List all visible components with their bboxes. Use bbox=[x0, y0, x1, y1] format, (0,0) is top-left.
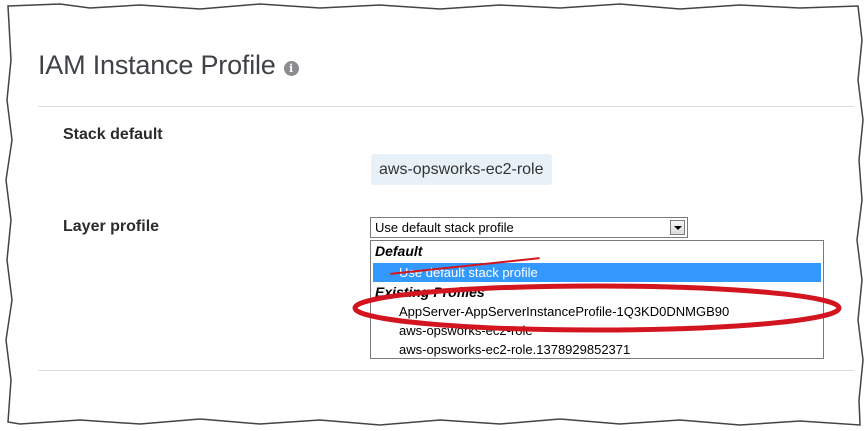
divider bbox=[38, 106, 854, 107]
layer-profile-selected-value: Use default stack profile bbox=[375, 220, 514, 235]
section-header: IAM Instance Profile i bbox=[38, 50, 299, 81]
stack-default-label: Stack default bbox=[63, 126, 163, 143]
layer-profile-label: Layer profile bbox=[63, 218, 160, 235]
chevron-down-icon[interactable] bbox=[670, 220, 685, 235]
info-icon[interactable]: i bbox=[283, 60, 299, 76]
group-header-default: Default bbox=[375, 243, 423, 259]
layer-profile-select[interactable]: Use default stack profile bbox=[370, 217, 688, 238]
section-title: IAM Instance Profile bbox=[38, 50, 276, 80]
option-aws-opsworks-ec2-role-timestamped[interactable]: aws-opsworks-ec2-role.1378929852371 bbox=[399, 340, 630, 359]
bottom-divider bbox=[38, 370, 854, 371]
option-use-default-stack-profile[interactable]: Use default stack profile bbox=[373, 263, 821, 282]
stack-default-value: aws-opsworks-ec2-role bbox=[371, 154, 552, 185]
annotation-ellipse bbox=[352, 283, 842, 333]
